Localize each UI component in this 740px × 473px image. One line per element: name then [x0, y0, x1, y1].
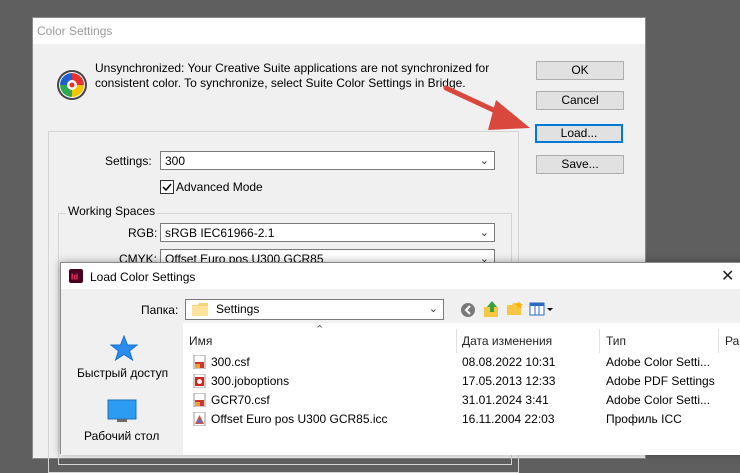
column-header-date[interactable]: Дата изменения [462, 334, 552, 348]
file-date: 17.05.2013 12:33 [462, 374, 556, 388]
file-row[interactable]: 300.joboptions 17.05.2013 12:33 Adobe PD… [183, 372, 740, 391]
cancel-button[interactable]: Cancel [536, 91, 624, 110]
file-type: Adobe PDF Settings [606, 374, 715, 388]
checkmark-icon [162, 183, 172, 192]
chevron-down-icon: ⌄ [428, 303, 438, 315]
column-divider[interactable] [718, 329, 719, 353]
advanced-mode-label: Advanced Mode [176, 180, 263, 194]
file-type: Профиль ICC [606, 412, 682, 426]
up-folder-icon[interactable] [483, 300, 501, 318]
desktop-icon [107, 399, 137, 422]
close-icon[interactable]: ✕ [721, 266, 734, 286]
icc-file-icon [193, 412, 206, 426]
file-row[interactable]: GCR70.csf 31.01.2024 3:41 Adobe Color Se… [183, 391, 740, 410]
sidebar-item-quick-access[interactable]: Быстрый доступ [61, 333, 183, 383]
csf-file-icon [193, 393, 206, 407]
column-divider[interactable] [599, 329, 600, 353]
file-type: Adobe Color Setti... [606, 355, 711, 369]
title-bar: Color Settings [33, 18, 645, 44]
settings-label: Settings: [105, 154, 152, 168]
folder-toolbar: Папка: Settings ⌄ [61, 289, 740, 323]
load-button[interactable]: Load... [535, 124, 623, 143]
dialog-title: Color Settings [37, 24, 113, 38]
column-header-name[interactable]: Имя [189, 334, 212, 348]
back-icon[interactable] [460, 302, 476, 318]
file-name: GCR70.csf [211, 393, 270, 407]
file-date: 16.11.2004 22:03 [462, 412, 555, 426]
folder-label: Папка: [141, 303, 179, 317]
folder-value: Settings [216, 302, 260, 316]
file-date: 08.08.2022 10:31 [462, 355, 556, 369]
csf-file-icon [193, 355, 206, 369]
file-name: 300.joboptions [211, 374, 290, 388]
file-name: 300.csf [211, 355, 250, 369]
rgb-label: RGB: [128, 226, 158, 240]
star-icon [110, 335, 138, 361]
chevron-down-icon: ⌄ [479, 227, 489, 239]
save-button[interactable]: Save... [536, 155, 624, 174]
sidebar-item-label: Быстрый доступ [77, 366, 169, 380]
annotation-arrow-icon [443, 85, 530, 130]
chevron-down-icon: ⌄ [479, 155, 489, 167]
sidebar-item-desktop[interactable]: Рабочий стол [61, 399, 183, 455]
file-date: 31.01.2024 3:41 [462, 393, 549, 407]
column-header-type[interactable]: Тип [606, 334, 626, 348]
ok-button[interactable]: OK [536, 61, 624, 80]
folder-icon [192, 303, 208, 316]
sidebar-item-label: Рабочий стол [84, 429, 160, 443]
dialog-title: Load Color Settings [90, 270, 196, 284]
title-bar: Id Load Color Settings ✕ [61, 263, 740, 289]
file-row[interactable]: 300.csf 08.08.2022 10:31 Adobe Color Set… [183, 353, 740, 372]
settings-dropdown[interactable]: 300 ⌄ [160, 151, 495, 170]
settings-value: 300 [165, 154, 186, 168]
color-wheel-icon [57, 70, 87, 100]
new-folder-icon[interactable] [506, 301, 524, 317]
load-color-settings-dialog: Id Load Color Settings ✕ Папка: Settings… [60, 262, 740, 455]
rgb-value: sRGB IEC61966-2.1 [165, 226, 275, 240]
file-row[interactable]: Offset Euro pos U300 GCR85.icc 16.11.200… [183, 410, 740, 429]
advanced-mode-checkbox[interactable] [160, 180, 174, 194]
sort-ascending-icon: ⌃ [315, 324, 325, 336]
rgb-dropdown[interactable]: sRGB IEC61966-2.1 ⌄ [160, 223, 495, 242]
pdf-settings-file-icon [193, 374, 206, 388]
folder-dropdown[interactable]: Settings ⌄ [185, 299, 444, 320]
file-type: Adobe Color Setti... [606, 393, 711, 407]
svg-text:Id: Id [71, 273, 78, 282]
column-divider[interactable] [456, 329, 457, 353]
file-list: ⌃ Имя Дата изменения Тип Ра 300.csf 08.0… [183, 323, 740, 455]
view-menu-icon[interactable] [529, 301, 555, 317]
working-spaces-label: Working Spaces [66, 204, 158, 218]
places-sidebar: Быстрый доступ Рабочий стол [61, 323, 183, 455]
indesign-app-icon: Id [69, 269, 83, 283]
file-name: Offset Euro pos U300 GCR85.icc [211, 412, 388, 426]
column-header-size[interactable]: Ра [725, 334, 739, 348]
